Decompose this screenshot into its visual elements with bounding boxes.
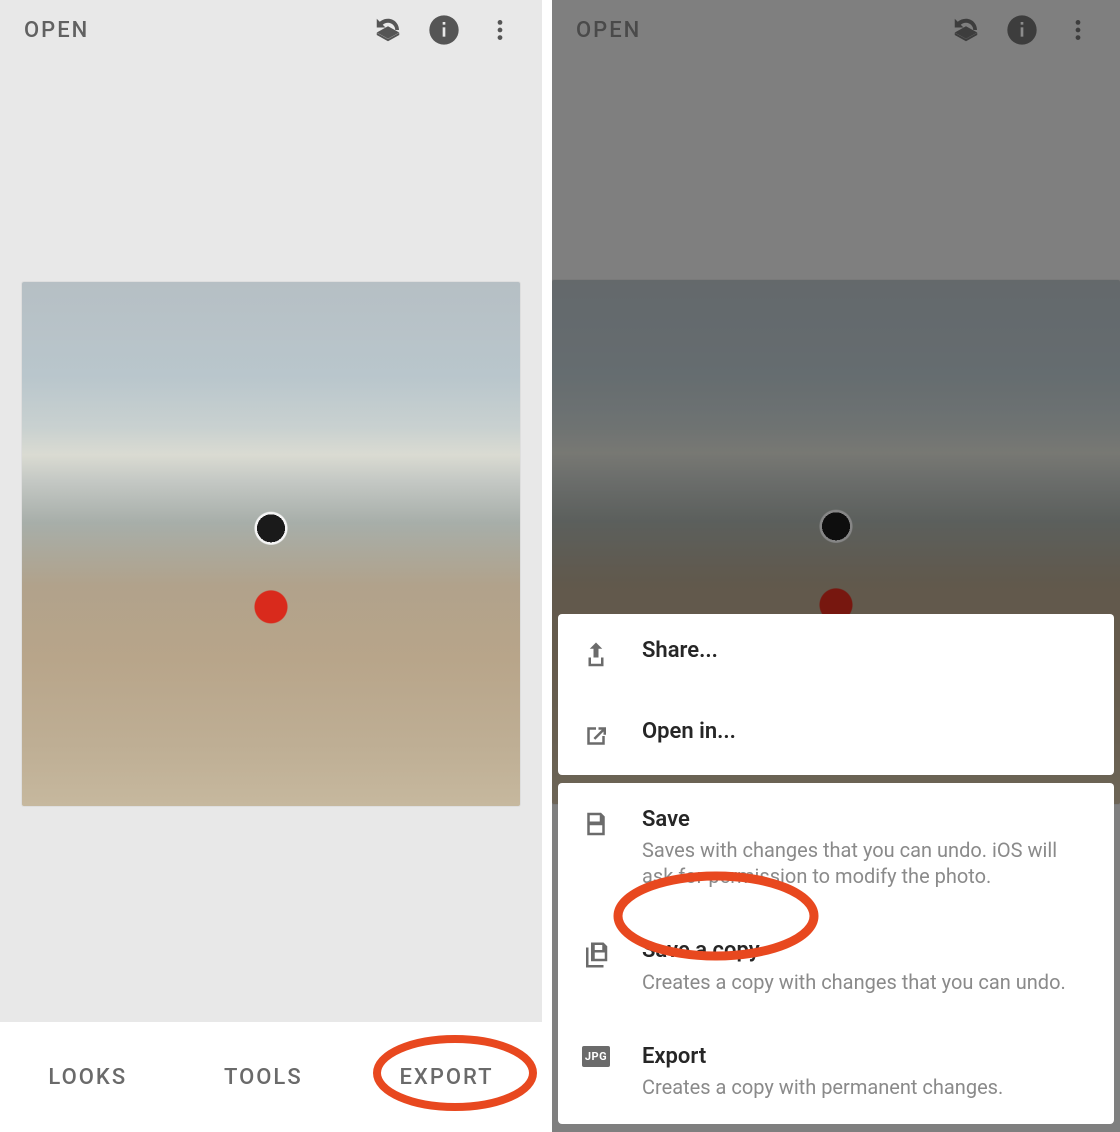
- top-bar: OPEN: [0, 0, 542, 60]
- menu-save-label: Save: [642, 807, 1072, 833]
- menu-open-in-label: Open in...: [642, 719, 736, 745]
- save-icon: [578, 807, 614, 839]
- menu-export-desc: Creates a copy with permanent changes.: [642, 1074, 1003, 1100]
- menu-share-label: Share...: [642, 638, 718, 664]
- undo-stack-icon: [938, 2, 994, 58]
- save-copy-icon: [578, 938, 614, 970]
- export-sheet-screen: OPEN Share...: [552, 0, 1120, 1132]
- jpg-badge-icon: JPG: [578, 1044, 614, 1067]
- editor-screen: OPEN LOOKS TOOLS EXPORT: [0, 0, 542, 1132]
- canvas-image[interactable]: [22, 282, 520, 806]
- overflow-menu-icon[interactable]: [472, 2, 528, 58]
- open-button[interactable]: OPEN: [24, 18, 89, 43]
- overflow-menu-icon: [1050, 2, 1106, 58]
- menu-save-copy-desc: Creates a copy with changes that you can…: [642, 969, 1066, 995]
- menu-save[interactable]: Save Saves with changes that you can und…: [558, 783, 1114, 913]
- menu-share[interactable]: Share...: [558, 614, 1114, 694]
- tab-looks[interactable]: LOOKS: [42, 1055, 133, 1100]
- menu-open-in[interactable]: Open in...: [558, 694, 1114, 775]
- share-icon: [578, 638, 614, 670]
- info-icon: [994, 2, 1050, 58]
- top-bar: OPEN: [552, 0, 1120, 60]
- export-sheet: Share... Open in... Save Saves wit: [552, 610, 1120, 1132]
- info-icon[interactable]: [416, 2, 472, 58]
- bottom-tabs: LOOKS TOOLS EXPORT: [0, 1022, 542, 1132]
- undo-stack-icon[interactable]: [360, 2, 416, 58]
- open-button: OPEN: [576, 18, 641, 43]
- menu-save-copy[interactable]: Save a copy Creates a copy with changes …: [558, 913, 1114, 1018]
- menu-save-copy-label: Save a copy: [642, 938, 1066, 964]
- tab-export[interactable]: EXPORT: [394, 1055, 500, 1100]
- open-external-icon: [578, 719, 614, 751]
- menu-export[interactable]: JPG Export Creates a copy with permanent…: [558, 1019, 1114, 1124]
- menu-save-desc: Saves with changes that you can undo. iO…: [642, 837, 1072, 889]
- tab-tools[interactable]: TOOLS: [218, 1055, 309, 1100]
- menu-export-label: Export: [642, 1044, 1003, 1070]
